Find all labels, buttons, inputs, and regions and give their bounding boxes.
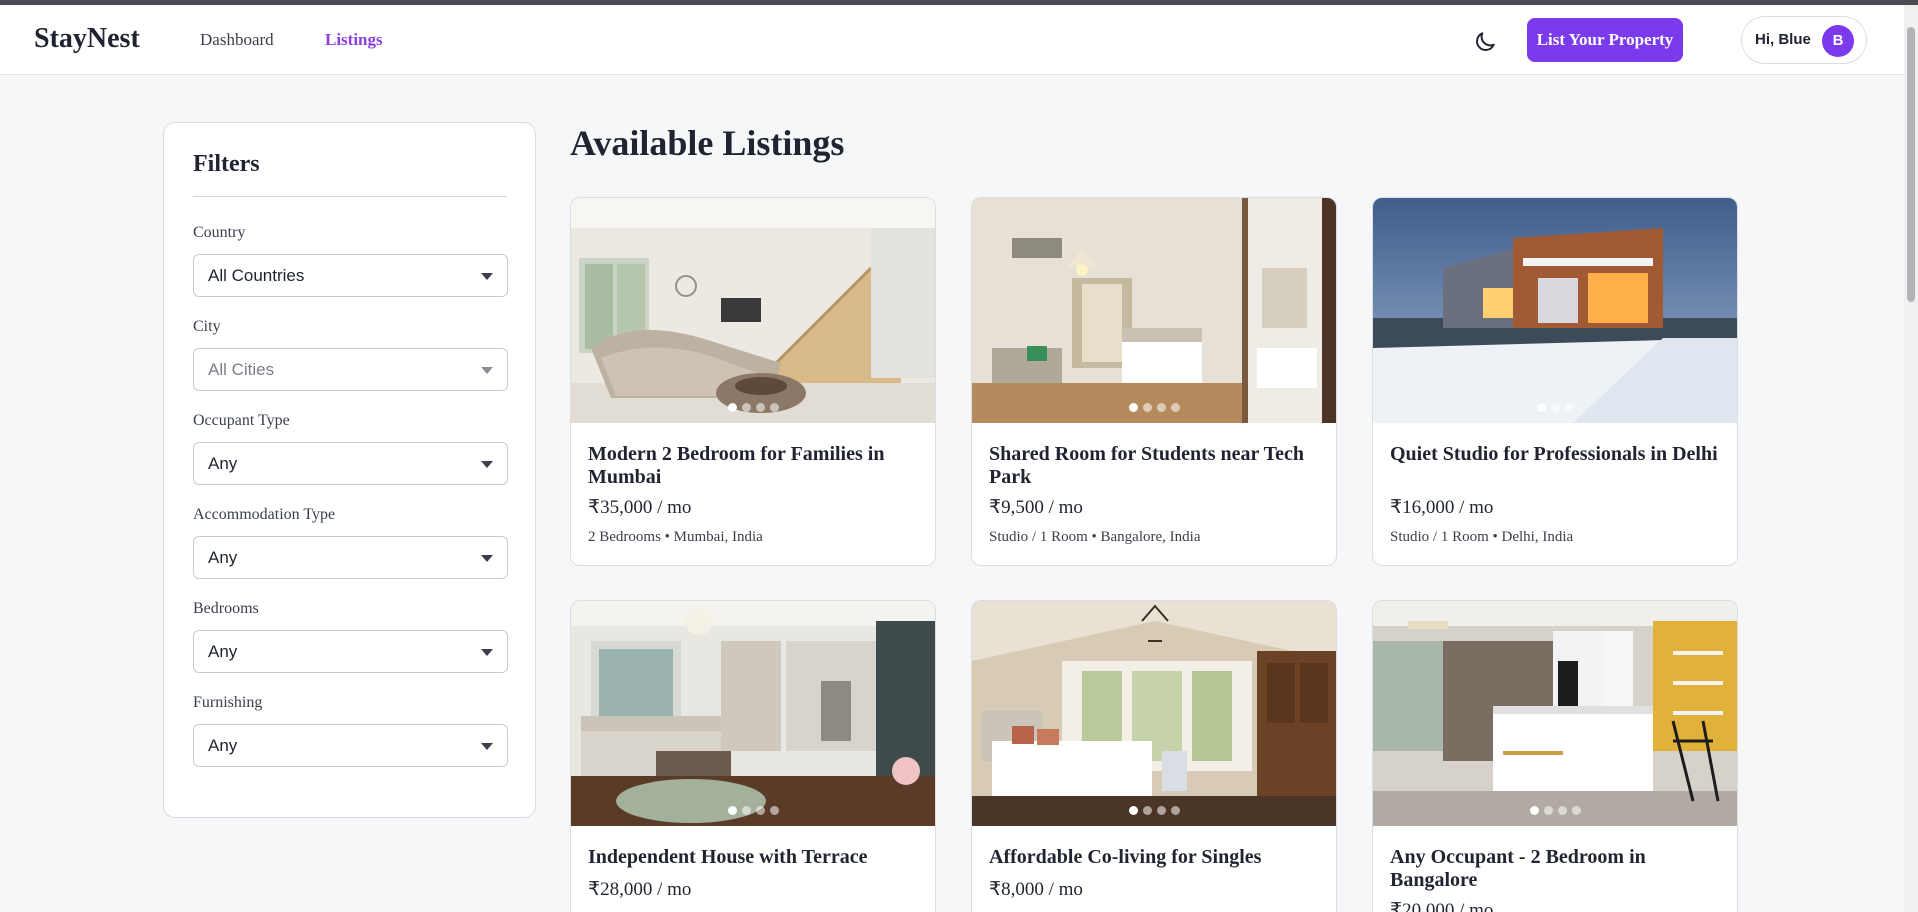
listing-price: ₹28,000 / mo — [588, 879, 692, 900]
nav-link-listings[interactable]: Listings — [325, 30, 383, 50]
carousel-dots — [1373, 806, 1737, 816]
carousel-dot[interactable] — [1565, 403, 1574, 412]
listing-price: ₹8,000 / mo — [989, 879, 1083, 900]
carousel-dot[interactable] — [742, 806, 751, 815]
listing-price: ₹35,000 / mo — [588, 497, 692, 518]
chevron-down-icon — [481, 461, 493, 468]
carousel-dot[interactable] — [1143, 403, 1152, 412]
occupant-type-select-value: Any — [208, 454, 238, 473]
nav-link-dashboard[interactable]: Dashboard — [200, 30, 274, 50]
carousel-dot[interactable] — [1143, 806, 1152, 815]
chevron-down-icon — [481, 649, 493, 656]
carousel-dot[interactable] — [728, 403, 737, 412]
listing-meta: Studio / 1 Room • Delhi, India — [1390, 529, 1574, 545]
carousel-dot[interactable] — [1129, 806, 1138, 815]
carousel-dots — [972, 403, 1336, 413]
city-select-value: All Cities — [208, 360, 275, 379]
chevron-down-icon — [481, 555, 493, 562]
carousel-dot[interactable] — [1157, 806, 1166, 815]
listing-card[interactable]: Affordable Co-living for Singles ₹8,000 … — [971, 600, 1337, 912]
carousel-dot[interactable] — [1157, 403, 1166, 412]
listing-price: ₹20,000 / mo — [1390, 900, 1494, 912]
occupant-type-select[interactable]: Any — [193, 442, 508, 485]
carousel-dot[interactable] — [1544, 806, 1553, 815]
listing-title[interactable]: Any Occupant - 2 Bedroom in Bangalore — [1390, 846, 1720, 892]
listing-photo[interactable] — [571, 601, 935, 826]
listing-card[interactable]: Modern 2 Bedroom for Families in Mumbai … — [570, 197, 936, 566]
listing-card[interactable]: Shared Room for Students near Tech Park … — [971, 197, 1337, 566]
country-label: Country — [193, 224, 246, 241]
listing-card[interactable]: Independent House with Terrace ₹28,000 /… — [570, 600, 936, 912]
listing-photo[interactable] — [972, 601, 1336, 826]
carousel-dot[interactable] — [770, 806, 779, 815]
carousel-dot[interactable] — [756, 403, 765, 412]
listing-title[interactable]: Independent House with Terrace — [588, 846, 918, 869]
city-select[interactable]: All Cities — [193, 348, 508, 391]
top-navbar: StayNest Dashboard Listings List Your Pr… — [0, 5, 1904, 75]
carousel-dot[interactable] — [1530, 806, 1539, 815]
furnishing-select[interactable]: Any — [193, 724, 508, 767]
listing-photo[interactable] — [571, 198, 935, 423]
listing-title[interactable]: Quiet Studio for Professionals in Delhi — [1390, 443, 1720, 466]
listing-photo[interactable] — [1373, 601, 1737, 826]
carousel-dot[interactable] — [756, 806, 765, 815]
listing-card[interactable]: Quiet Studio for Professionals in Delhi … — [1372, 197, 1738, 566]
carousel-dot[interactable] — [728, 806, 737, 815]
accommodation-type-select[interactable]: Any — [193, 536, 508, 579]
bedrooms-label: Bedrooms — [193, 600, 259, 617]
bedrooms-select-value: Any — [208, 642, 238, 661]
listing-card[interactable]: Any Occupant - 2 Bedroom in Bangalore ₹2… — [1372, 600, 1738, 912]
carousel-dot[interactable] — [1171, 806, 1180, 815]
carousel-dot[interactable] — [1171, 403, 1180, 412]
accommodation-type-label: Accommodation Type — [193, 506, 336, 523]
chevron-down-icon — [481, 273, 493, 280]
avatar: B — [1822, 25, 1854, 57]
list-property-button[interactable]: List Your Property — [1527, 18, 1683, 62]
occupant-type-label: Occupant Type — [193, 412, 290, 429]
moon-icon[interactable] — [1472, 29, 1498, 55]
listing-price: ₹16,000 / mo — [1390, 497, 1494, 518]
chevron-down-icon — [481, 743, 493, 750]
filters-panel: Filters Country All Countries City All C… — [163, 122, 536, 818]
accommodation-type-select-value: Any — [208, 548, 238, 567]
listing-title[interactable]: Affordable Co-living for Singles — [989, 846, 1319, 869]
country-select[interactable]: All Countries — [193, 254, 508, 297]
carousel-dot[interactable] — [1558, 806, 1567, 815]
furnishing-select-value: Any — [208, 736, 238, 755]
listing-meta: Studio / 1 Room • Bangalore, India — [989, 529, 1201, 545]
user-greeting: Hi, Blue — [1755, 31, 1811, 48]
city-label: City — [193, 318, 221, 335]
page-title: Available Listings — [570, 123, 845, 163]
bedrooms-select[interactable]: Any — [193, 630, 508, 673]
scrollbar-thumb[interactable] — [1907, 27, 1915, 302]
filters-divider — [193, 196, 507, 197]
carousel-dot[interactable] — [770, 403, 779, 412]
chevron-down-icon — [481, 367, 493, 374]
listing-title[interactable]: Shared Room for Students near Tech Park — [989, 443, 1319, 489]
listing-title[interactable]: Modern 2 Bedroom for Families in Mumbai — [588, 443, 918, 489]
carousel-dot[interactable] — [1551, 403, 1560, 412]
country-select-value: All Countries — [208, 266, 305, 285]
carousel-dots — [571, 806, 935, 816]
carousel-dots — [1373, 403, 1737, 413]
filters-title: Filters — [193, 151, 260, 177]
carousel-dots — [571, 403, 935, 413]
listing-photo[interactable] — [972, 198, 1336, 423]
furnishing-label: Furnishing — [193, 694, 263, 711]
carousel-dot[interactable] — [1537, 403, 1546, 412]
page-scrollbar[interactable] — [1904, 5, 1918, 912]
user-menu-button[interactable]: Hi, Blue B — [1741, 16, 1867, 64]
carousel-dot[interactable] — [1129, 403, 1138, 412]
carousel-dot[interactable] — [1572, 806, 1581, 815]
listing-meta: 2 Bedrooms • Mumbai, India — [588, 529, 763, 545]
listing-price: ₹9,500 / mo — [989, 497, 1083, 518]
carousel-dot[interactable] — [742, 403, 751, 412]
brand-logo[interactable]: StayNest — [34, 23, 140, 55]
carousel-dots — [972, 806, 1336, 816]
listing-photo[interactable] — [1373, 198, 1737, 423]
